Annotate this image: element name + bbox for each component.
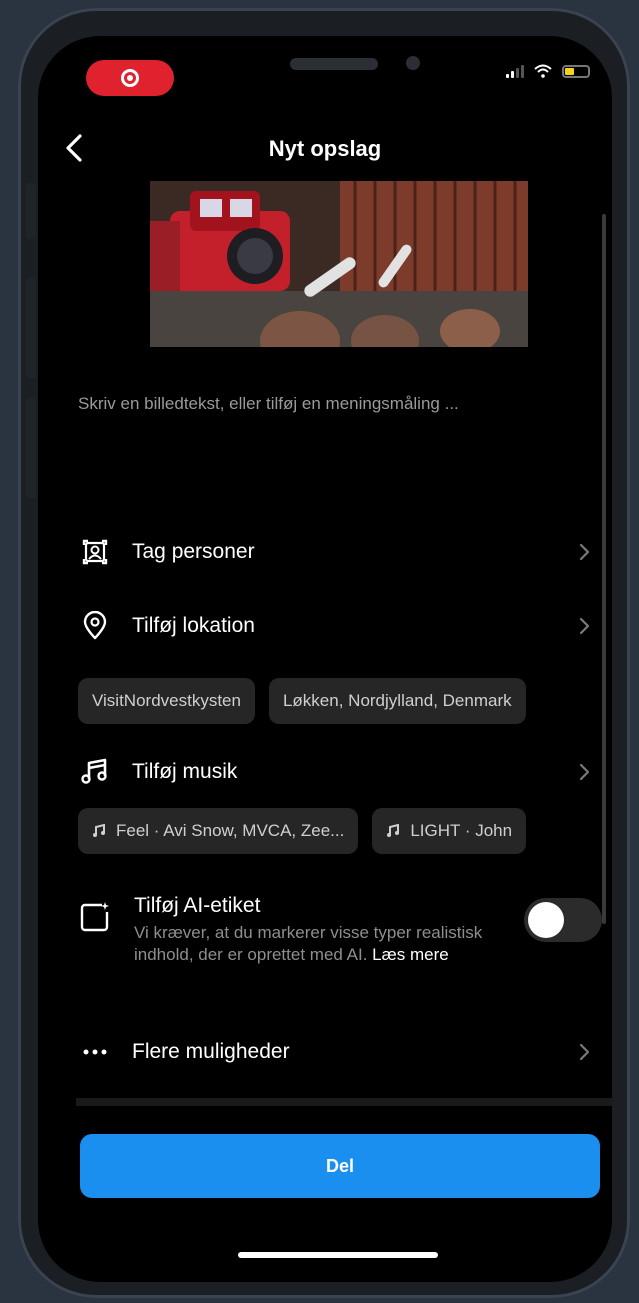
front-camera	[406, 56, 420, 70]
add-music-row[interactable]: Tilføj musik	[78, 746, 594, 798]
mute-switch	[26, 183, 36, 239]
ai-label-icon	[78, 900, 112, 939]
home-indicator[interactable]	[238, 1252, 438, 1258]
more-options-label: Flere muligheder	[132, 1040, 290, 1063]
scrollbar[interactable]	[602, 214, 606, 924]
music-chip-label: LIGHT · John	[410, 821, 513, 840]
signal-icon	[506, 64, 524, 78]
music-chip-label: Feel · Avi Snow, MVCA, Zee...	[116, 821, 345, 840]
music-note-icon	[386, 824, 400, 838]
location-pin-icon	[78, 609, 112, 643]
photo-thumbnail	[150, 181, 528, 347]
tag-people-row[interactable]: Tag personer	[78, 526, 594, 578]
more-dots-icon	[78, 1035, 112, 1069]
record-icon	[121, 69, 139, 87]
ai-label-title: Tilføj AI-etiket	[134, 894, 261, 917]
add-location-label: Tilføj lokation	[132, 614, 255, 637]
ai-label-toggle[interactable]	[524, 898, 602, 942]
chevron-right-icon	[579, 543, 590, 561]
location-chip[interactable]: Løkken, Nordjylland, Denmark	[268, 678, 526, 724]
section-divider	[76, 1098, 612, 1106]
location-suggestions: VisitNordvestkysten Løkken, Nordjylland,…	[78, 678, 526, 724]
tag-people-label: Tag personer	[132, 540, 255, 563]
learn-more-link[interactable]: Læs mere	[372, 945, 449, 964]
share-button[interactable]: Del	[80, 1134, 600, 1198]
add-music-label: Tilføj musik	[132, 760, 238, 783]
music-note-icon	[92, 824, 106, 838]
music-note-icon	[78, 755, 112, 789]
battery-icon	[562, 64, 590, 78]
earpiece-speaker	[290, 58, 378, 70]
screen-recording-indicator[interactable]	[86, 60, 174, 96]
caption-input[interactable]: Skriv en billedtekst, eller tilføj en me…	[78, 394, 459, 414]
volume-down-button	[26, 398, 36, 498]
chevron-right-icon	[579, 617, 590, 635]
ai-label-description: Vi kræver, at du markerer visse typer re…	[134, 922, 504, 966]
add-location-row[interactable]: Tilføj lokation	[78, 600, 594, 652]
volume-up-button	[26, 278, 36, 378]
page-title: Nyt opslag	[268, 136, 382, 161]
tag-person-icon	[78, 535, 112, 569]
chevron-right-icon	[579, 1043, 590, 1061]
toggle-knob	[528, 902, 564, 938]
music-chip[interactable]: Feel · Avi Snow, MVCA, Zee...	[78, 808, 359, 854]
location-chip[interactable]: VisitNordvestkysten	[78, 678, 255, 724]
music-chip[interactable]: LIGHT · John	[372, 808, 527, 854]
post-image-preview[interactable]	[150, 181, 528, 347]
chevron-right-icon	[579, 763, 590, 781]
more-options-row[interactable]: Flere muligheder	[78, 1026, 594, 1078]
status-icons	[506, 64, 590, 78]
wifi-icon	[534, 64, 552, 78]
app-screen: Nyt opslag Skriv en billedtekst, eller t…	[38, 36, 612, 1282]
music-suggestions: Feel · Avi Snow, MVCA, Zee... LIGHT · Jo…	[78, 808, 527, 854]
